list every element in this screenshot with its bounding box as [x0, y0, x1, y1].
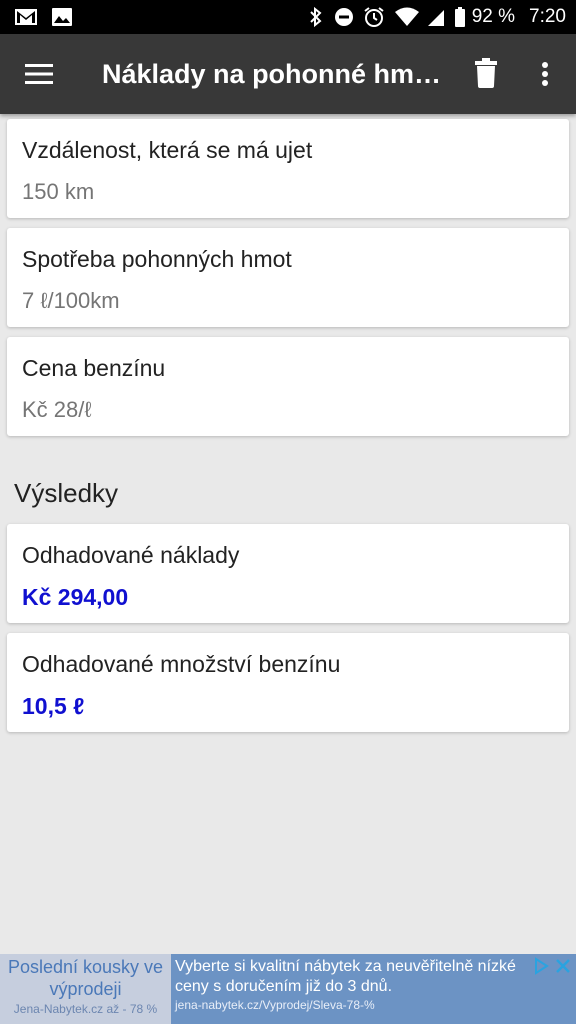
menu-button[interactable] [22, 58, 56, 90]
menu-icon [25, 64, 53, 84]
gallery-icon [52, 8, 73, 26]
estimated-fuel-label: Odhadované množství benzínu [22, 651, 341, 677]
status-bar: 92 % 7:20 [0, 0, 576, 34]
ad-banner[interactable]: Poslední kousky ve výprodeji Jena-Nabyte… [0, 954, 576, 1024]
battery-percent: 92 % [471, 6, 516, 27]
wifi-icon [394, 7, 419, 26]
estimated-cost-label: Odhadované náklady [22, 542, 240, 568]
consumption-input[interactable] [22, 288, 542, 314]
page-title: Náklady na pohonné hmo... [102, 59, 447, 89]
ad-controls [532, 957, 572, 975]
distance-card[interactable]: Vzdálenost, která se má ujet [7, 119, 569, 218]
fuel-price-label: Cena benzínu [22, 355, 166, 381]
trash-icon [475, 58, 497, 88]
distance-label: Vzdálenost, která se má ujet [22, 137, 313, 163]
system-icons: 92 % 7:20 [308, 0, 566, 34]
more-vert-icon [542, 62, 548, 86]
clock: 7:20 [529, 6, 566, 27]
consumption-card[interactable]: Spotřeba pohonných hmot [7, 228, 569, 327]
battery-icon [454, 7, 465, 27]
estimated-fuel-value: 10,5 ℓ [22, 693, 85, 719]
adchoices-icon[interactable] [532, 957, 550, 975]
estimated-fuel-card: Odhadované množství benzínu 10,5 ℓ [7, 633, 569, 732]
ad-left-panel[interactable]: Poslední kousky ve výprodeji Jena-Nabyte… [0, 954, 171, 1024]
notification-icons [14, 7, 74, 27]
ad-right-panel[interactable]: Vyberte si kvalitní nábytek za neuvěřite… [171, 954, 576, 1024]
gmail-icon [15, 9, 37, 25]
alarm-icon [364, 7, 384, 27]
results-heading: Výsledky [14, 478, 119, 508]
bluetooth-icon [309, 6, 322, 28]
cell-signal-icon [427, 10, 444, 26]
ad-url: jena-nabytek.cz/Vyprodej/Sleva-78-% [175, 998, 375, 1012]
overflow-menu-button[interactable] [530, 56, 560, 92]
consumption-label: Spotřeba pohonných hmot [22, 246, 292, 272]
fuel-price-card[interactable]: Cena benzínu [7, 337, 569, 436]
distance-input[interactable] [22, 179, 542, 205]
close-ad-icon[interactable] [554, 957, 572, 975]
app-bar: Náklady na pohonné hmo... [0, 34, 576, 114]
ad-left-small: Jena-Nabytek.cz až - 78 % [13, 1002, 158, 1016]
estimated-cost-card: Odhadované náklady Kč 294,00 [7, 524, 569, 623]
estimated-cost-value: Kč 294,00 [22, 584, 129, 610]
ad-left-line2: výprodeji [49, 979, 122, 999]
delete-button[interactable] [470, 56, 502, 92]
ad-headline: Vyberte si kvalitní nábytek za neuvěřite… [175, 958, 516, 995]
fuel-price-input[interactable] [22, 397, 542, 423]
do-not-disturb-icon [334, 8, 353, 26]
ad-left-line1: Poslední kousky ve [7, 957, 164, 977]
